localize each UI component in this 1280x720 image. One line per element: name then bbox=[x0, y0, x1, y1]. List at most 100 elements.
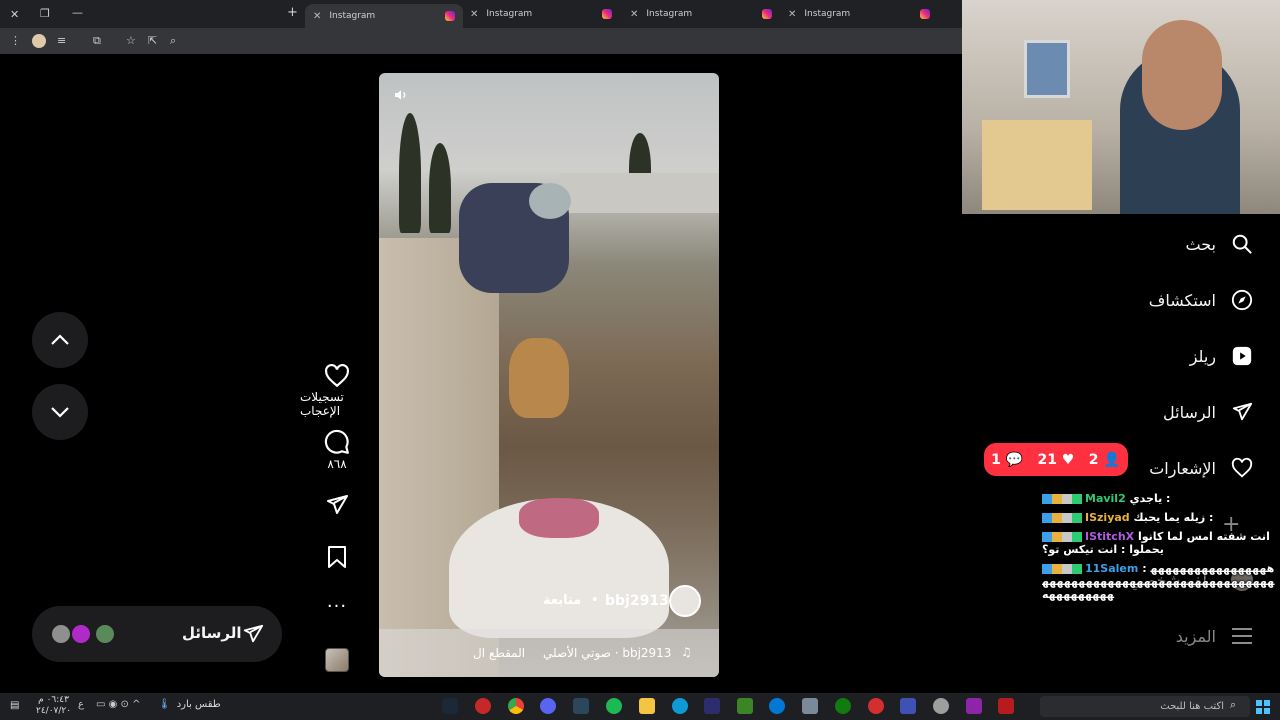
webcam-overlay bbox=[962, 0, 1280, 214]
sack-contents bbox=[519, 498, 599, 538]
chrome-icon[interactable] bbox=[508, 698, 524, 714]
comment-icon bbox=[324, 429, 349, 454]
clock-time: ٠٦:٤٣ م bbox=[38, 695, 69, 705]
tab-title: Instagram bbox=[804, 9, 851, 19]
steam-icon[interactable] bbox=[573, 698, 589, 714]
bookmark-icon bbox=[328, 546, 346, 568]
edge-icon[interactable] bbox=[672, 698, 688, 714]
taskbar-search[interactable]: اكتب هنا للبحث bbox=[1040, 696, 1250, 717]
reel-video[interactable]: bbj2913 • متابعة صوتي الأصلي · bbj2913 ♫… bbox=[379, 73, 719, 677]
store-icon[interactable] bbox=[802, 698, 818, 714]
streamer-face bbox=[1142, 20, 1222, 130]
extensions-icon[interactable]: ⧉ bbox=[93, 34, 101, 48]
chat-badges-icon bbox=[1042, 513, 1082, 523]
app-icon[interactable] bbox=[868, 698, 884, 714]
new-tab-button[interactable]: + bbox=[287, 5, 298, 20]
sound-toggle-button[interactable] bbox=[393, 87, 415, 109]
settings-icon[interactable] bbox=[933, 698, 949, 714]
instagram-icon bbox=[762, 9, 772, 19]
browser-tab-bar: ✕ ❐ — + ✕ Instagram ✕ Instagram ✕ Instag… bbox=[0, 0, 962, 28]
zoom-icon[interactable]: ⌕ bbox=[170, 34, 176, 48]
sidebar-item-label: بحث bbox=[1185, 234, 1217, 254]
app-icon[interactable] bbox=[769, 698, 785, 714]
more-options-icon[interactable]: ··· bbox=[300, 596, 374, 617]
tab-close-icon[interactable]: ✕ bbox=[313, 11, 321, 22]
tree bbox=[429, 143, 451, 233]
sidebar-item-messages[interactable]: الرسائل bbox=[1163, 400, 1254, 424]
heart-icon bbox=[1230, 456, 1254, 480]
followers-count: 2 👤 bbox=[1088, 451, 1121, 468]
audio-thumbnail[interactable] bbox=[325, 648, 349, 672]
tab-title: Instagram bbox=[486, 9, 533, 19]
comment-action[interactable]: ٨٦٨ bbox=[300, 429, 374, 471]
weather-widget[interactable]: 🌡 طقس بارد bbox=[158, 699, 221, 710]
author-username[interactable]: bbj2913 bbox=[605, 593, 669, 609]
close-icon[interactable]: ✕ bbox=[10, 8, 19, 21]
clock[interactable]: ٠٦:٤٣ م ٢٤/٠٧/٢٠ bbox=[36, 695, 71, 717]
tab-close-icon[interactable]: ✕ bbox=[470, 9, 478, 20]
previous-reel-button[interactable] bbox=[32, 312, 88, 368]
chat-badges-icon bbox=[1042, 494, 1082, 504]
menu-dots-icon[interactable]: ⋮ bbox=[10, 34, 21, 47]
reading-list-icon[interactable]: ≡ bbox=[57, 34, 66, 47]
profile-avatar-icon[interactable] bbox=[32, 34, 46, 48]
follow-button[interactable]: متابعة bbox=[543, 593, 581, 608]
share-action[interactable] bbox=[300, 493, 374, 517]
stream-chat: Mavil2 ياجدي : ISziyad زيله يما يحبك : I… bbox=[1042, 492, 1280, 692]
browser-tab[interactable]: ✕ Instagram bbox=[788, 4, 938, 24]
avatar bbox=[70, 623, 92, 645]
next-reel-button[interactable] bbox=[32, 384, 88, 440]
compass-icon bbox=[1230, 288, 1254, 312]
app-icon[interactable] bbox=[998, 698, 1014, 714]
like-action[interactable]: تسجيلات الإعجاب bbox=[300, 364, 374, 418]
author-avatar[interactable] bbox=[669, 585, 701, 617]
audio-text: صوتي الأصلي · bbj2913 bbox=[543, 646, 672, 660]
notifications-badge[interactable]: 1 💬 21 ♥ 2 👤 bbox=[984, 443, 1128, 476]
chevron-down-icon bbox=[51, 407, 69, 418]
reels-icon bbox=[1230, 344, 1254, 368]
discord-icon[interactable] bbox=[540, 698, 556, 714]
separator-dot: • bbox=[591, 593, 599, 608]
app-icon[interactable] bbox=[475, 698, 491, 714]
audio-bar[interactable]: صوتي الأصلي · bbj2913 ♫ المقطع ال bbox=[379, 629, 719, 677]
system-tray-icons[interactable]: ▭ ◉ ⊙ ^ bbox=[96, 699, 140, 710]
chevron-up-icon bbox=[51, 334, 69, 345]
sidebar-item-search[interactable]: بحث bbox=[1186, 232, 1255, 256]
steam-icon[interactable] bbox=[442, 698, 458, 714]
chat-message: IStitchX انت شفته امس لما كانوا يحملوا :… bbox=[1042, 530, 1280, 556]
sidebar-item-notifications[interactable]: الإشعارات bbox=[1149, 456, 1254, 480]
app-icon[interactable] bbox=[704, 698, 720, 714]
chat-badges-icon bbox=[1042, 532, 1082, 542]
notification-center-icon[interactable]: ▤ bbox=[10, 700, 19, 711]
language-indicator[interactable]: ع bbox=[78, 699, 84, 710]
bookmark-star-icon[interactable]: ☆ bbox=[126, 34, 136, 47]
app-icon[interactable] bbox=[966, 698, 982, 714]
xbox-icon[interactable] bbox=[835, 698, 851, 714]
minimize-icon[interactable]: — bbox=[72, 6, 83, 19]
desk-item bbox=[982, 120, 1092, 210]
spotify-icon[interactable] bbox=[606, 698, 622, 714]
tab-close-icon[interactable]: ✕ bbox=[788, 9, 796, 20]
share-icon[interactable]: ⇱ bbox=[148, 34, 157, 47]
file-explorer-icon[interactable] bbox=[639, 698, 655, 714]
browser-tab[interactable]: ✕ Instagram bbox=[630, 4, 780, 24]
avatar bbox=[50, 623, 72, 645]
search-placeholder: اكتب هنا للبحث bbox=[1160, 701, 1224, 712]
search-icon: ⌕ bbox=[1230, 698, 1237, 711]
minecraft-icon[interactable] bbox=[737, 698, 753, 714]
sidebar-item-label: استكشاف bbox=[1148, 290, 1216, 310]
sidebar-item-reels[interactable]: ريلز bbox=[1190, 344, 1254, 368]
windows-start-icon[interactable] bbox=[1256, 699, 1270, 714]
browser-tab[interactable]: ✕ Instagram bbox=[305, 4, 463, 28]
chat-text: ياجدي : bbox=[1129, 492, 1171, 505]
save-action[interactable] bbox=[300, 545, 374, 569]
tab-close-icon[interactable]: ✕ bbox=[630, 9, 638, 20]
app-icon[interactable] bbox=[900, 698, 916, 714]
avatar bbox=[94, 623, 116, 645]
restore-icon[interactable]: ❐ bbox=[40, 7, 50, 20]
instagram-icon bbox=[920, 9, 930, 19]
heart-icon bbox=[325, 364, 349, 388]
messages-pill[interactable]: الرسائل bbox=[32, 606, 282, 662]
sidebar-item-explore[interactable]: استكشاف bbox=[1149, 288, 1254, 312]
browser-tab[interactable]: ✕ Instagram bbox=[470, 4, 620, 24]
